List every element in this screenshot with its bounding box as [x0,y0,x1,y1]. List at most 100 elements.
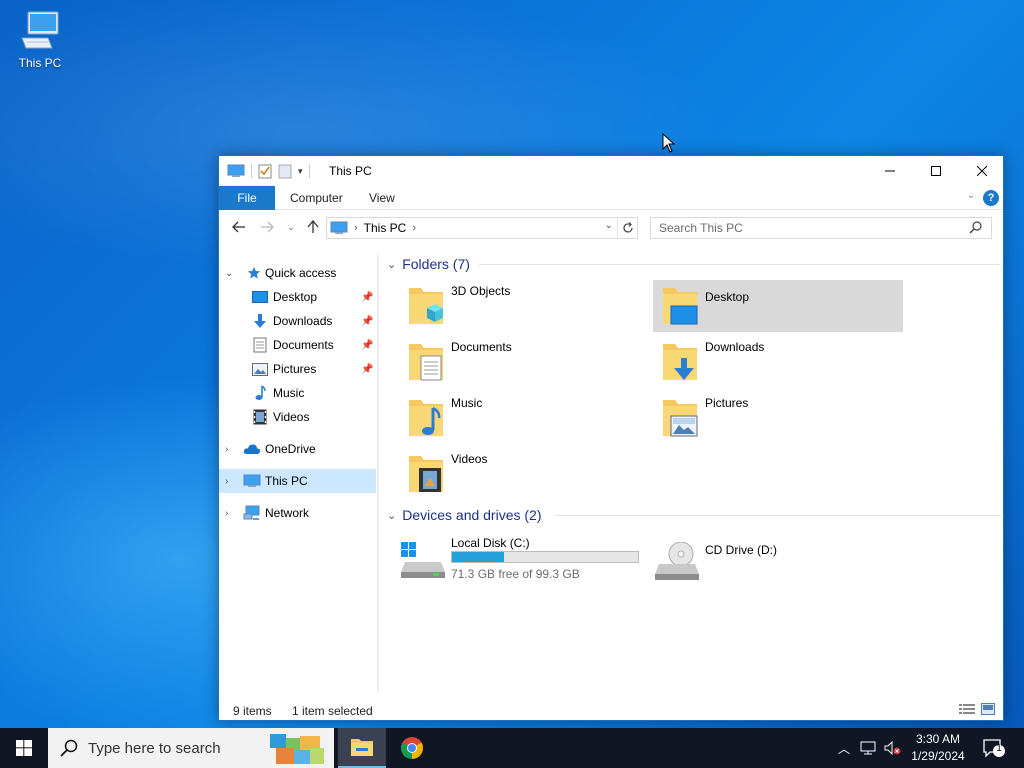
show-hidden-icons-chevron-icon[interactable]: ︿ [838,740,850,757]
desktop-folder-icon [663,288,698,325]
customize-toolbar-dropdown-icon[interactable]: ▾ [298,166,303,177]
taskbar-search-placeholder: Type here to search [88,739,221,757]
folder-downloads[interactable]: Downloads [653,336,903,388]
group-collapse-chevron-icon[interactable]: ⌄ [387,258,396,271]
sidebar-item-videos[interactable]: Videos [219,405,376,429]
sidebar-item-pictures[interactable]: Pictures 📌 [219,357,376,381]
navigation-pane: ⌄ Quick access Desktop 📌 Downloads 📌 Doc… [219,254,377,694]
sidebar-item-network[interactable]: › Network [219,501,376,525]
breadcrumb-separator-icon[interactable]: › [412,222,416,234]
folder-desktop[interactable]: Desktop [653,280,903,332]
tab-view[interactable]: View [355,186,409,210]
volume-muted-icon[interactable] [884,741,902,755]
folder-pictures[interactable]: Pictures [653,392,903,444]
sidebar-item-documents[interactable]: Documents 📌 [219,333,376,357]
folders-header-label: Folders (7) [402,256,470,272]
drive-name: Local Disk (C:) [451,536,530,550]
refresh-button[interactable] [617,218,637,238]
forward-arrow-icon [261,221,274,233]
pin-icon[interactable]: 📌 [361,316,373,327]
expand-ribbon-chevron-icon[interactable]: ⌄ [967,190,975,201]
this-pc-address-icon [330,221,348,234]
search-highlight-puzzle-icon[interactable] [264,730,328,766]
forward-button[interactable] [257,218,277,236]
collapsed-chevron-icon[interactable]: › [225,476,228,487]
address-dropdown-chevron-icon[interactable]: ⌄ [605,220,613,231]
sidebar-item-onedrive[interactable]: › OneDrive [219,437,376,461]
folder-videos[interactable]: Videos [399,448,649,500]
recent-locations-chevron-icon[interactable]: ⌄ [281,218,301,236]
details-view-icon[interactable] [959,703,975,715]
help-button[interactable]: ? [983,190,999,206]
folder-documents[interactable]: Documents [399,336,649,388]
status-bar: 9 items 1 item selected [219,700,1003,722]
sidebar-item-music[interactable]: Music [219,381,376,405]
file-explorer-window: ▾ This PC File Computer View ⌄ ? ⌄ › Thi… [218,155,1004,721]
sidebar-item-this-pc[interactable]: › This PC [219,469,376,493]
search-input[interactable]: Search This PC [650,217,992,239]
breadcrumb-separator-icon[interactable]: › [354,222,358,234]
breadcrumb-this-pc[interactable]: This PC [364,221,407,235]
videos-icon [251,408,269,426]
tab-file[interactable]: File [219,186,275,210]
collapsed-chevron-icon[interactable]: › [225,508,228,519]
drive-free-space: 71.3 GB free of 99.3 GB [451,567,580,581]
folders-group-header[interactable]: ⌄ Folders (7) [387,254,1001,274]
close-button[interactable] [959,156,1005,186]
folder-3d-objects[interactable]: 3D Objects [399,280,649,332]
maximize-button[interactable] [913,156,959,186]
address-bar[interactable]: › This PC › ⌄ [326,217,638,239]
action-center-button[interactable]: 1 [982,738,1006,761]
folder-music[interactable]: Music [399,392,649,444]
sidebar-item-desktop[interactable]: Desktop 📌 [219,285,376,309]
drives-group-header[interactable]: ⌄ Devices and drives (2) [387,505,1001,525]
expanded-chevron-icon[interactable]: ⌄ [225,268,233,279]
folder-name: Pictures [705,396,749,410]
sidebar-item-downloads[interactable]: Downloads 📌 [219,309,376,333]
up-arrow-icon [307,220,319,233]
drive-local-disk-c[interactable]: Local Disk (C:) 71.3 GB free of 99.3 GB [399,534,649,586]
drives-header-label: Devices and drives (2) [402,507,542,523]
downloads-icon [251,312,269,330]
drive-cd-d[interactable]: CD Drive (D:) [653,534,903,586]
pin-icon[interactable]: 📌 [361,340,373,351]
start-button[interactable] [0,728,48,768]
taskbar-chrome[interactable] [388,728,436,768]
music-icon [251,384,269,402]
taskbar-search-box[interactable]: Type here to search [48,728,334,768]
new-folder-icon[interactable] [278,163,292,179]
content-pane: ⌄ Folders (7) 3D Objects Desktop Documen… [379,254,1003,694]
desktop-this-pc-shortcut[interactable]: This PC [12,8,68,70]
status-selection: 1 item selected [292,704,373,718]
up-button[interactable] [303,218,323,236]
folder-name: Documents [451,340,512,354]
pin-icon[interactable]: 📌 [361,292,373,303]
taskbar-clock[interactable]: 3:30 AM 1/29/2024 [905,731,971,765]
large-icons-view-icon[interactable] [981,703,995,715]
pin-icon[interactable]: 📌 [361,364,373,375]
minimize-button[interactable] [867,156,913,186]
properties-icon[interactable] [258,163,272,179]
search-icon [60,739,78,757]
sidebar-item-label: Documents [273,338,334,352]
group-collapse-chevron-icon[interactable]: ⌄ [387,509,396,522]
back-button[interactable] [229,218,249,236]
3d-objects-folder-icon [409,288,443,324]
taskbar: Type here to search ︿ 3:30 AM 1/29/2024 … [0,728,1024,768]
collapsed-chevron-icon[interactable]: › [225,444,228,455]
group-divider [555,515,1001,516]
toolbar-divider [251,164,252,178]
taskbar-file-explorer[interactable] [338,728,386,768]
sidebar-item-quick-access[interactable]: ⌄ Quick access [219,261,376,285]
toolbar-divider [308,164,310,178]
sidebar-item-label: Desktop [273,290,318,304]
network-status-icon[interactable] [860,741,876,755]
tab-computer[interactable]: Computer [276,186,357,210]
documents-folder-icon [409,344,443,381]
drive-name: CD Drive (D:) [705,543,777,557]
sidebar-item-label: Music [273,386,305,400]
file-explorer-icon [351,739,373,756]
drive-usage-fill [452,552,505,562]
this-pc-desktop-icon [21,11,59,49]
network-icon [243,504,261,522]
